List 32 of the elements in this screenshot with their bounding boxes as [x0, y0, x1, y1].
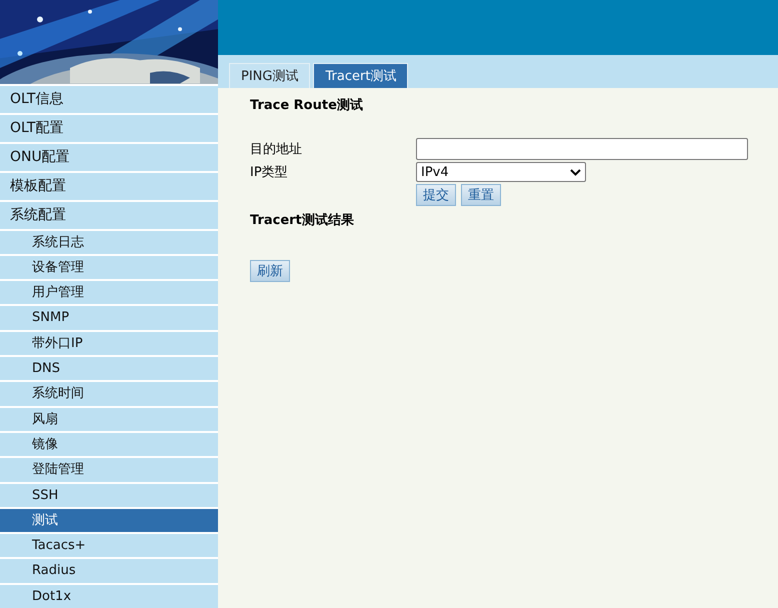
sidebar-subitem[interactable]: 系统时间: [0, 382, 218, 406]
form-button[interactable]: 重置: [461, 184, 501, 206]
section-title: Trace Route测试: [250, 97, 364, 115]
sidebar-item[interactable]: OLT配置: [0, 114, 218, 142]
dropdown[interactable]: IPv4: [416, 162, 586, 182]
sidebar-subitem[interactable]: 镜像: [0, 432, 218, 456]
sidebar-subitem[interactable]: 风扇: [0, 408, 218, 431]
tab[interactable]: Tracert测试: [313, 63, 408, 88]
sidebar-subitem[interactable]: 用户管理: [0, 281, 218, 304]
field-label: IP类型: [250, 164, 289, 181]
refresh-button[interactable]: 刷新: [250, 260, 290, 282]
sidebar-subitem[interactable]: 设备管理: [0, 256, 218, 280]
form-button[interactable]: 提交: [416, 184, 456, 206]
sidebar-subitem[interactable]: 测试: [0, 508, 218, 532]
section-title: Tracert测试结果: [250, 212, 355, 230]
sidebar-subitem[interactable]: SNMP: [0, 306, 218, 330]
sidebar-subitem[interactable]: DNS: [0, 357, 218, 380]
field-label: 目的地址: [250, 141, 303, 158]
chevron-icon: [570, 168, 581, 176]
sidebar-subitem[interactable]: 带外口IP: [0, 332, 218, 356]
sidebar-subitem[interactable]: Tacacs+: [0, 534, 218, 558]
tab[interactable]: PING测试: [229, 63, 310, 88]
sidebar-item[interactable]: ONU配置: [0, 144, 218, 171]
sidebar-subitem[interactable]: Radius: [0, 559, 218, 583]
sidebar-item[interactable]: 系统配置: [0, 202, 218, 229]
sidebar-subitem[interactable]: SSH: [0, 484, 218, 507]
sidebar-subitem[interactable]: Dot1x: [0, 584, 218, 608]
sidebar-subitem[interactable]: 系统日志: [0, 230, 218, 254]
sidebar-subitem[interactable]: 登陆管理: [0, 458, 218, 482]
sidebar-item[interactable]: 模板配置: [0, 172, 218, 200]
input-field[interactable]: [416, 138, 748, 160]
sidebar-item[interactable]: OLT信息: [0, 86, 218, 113]
